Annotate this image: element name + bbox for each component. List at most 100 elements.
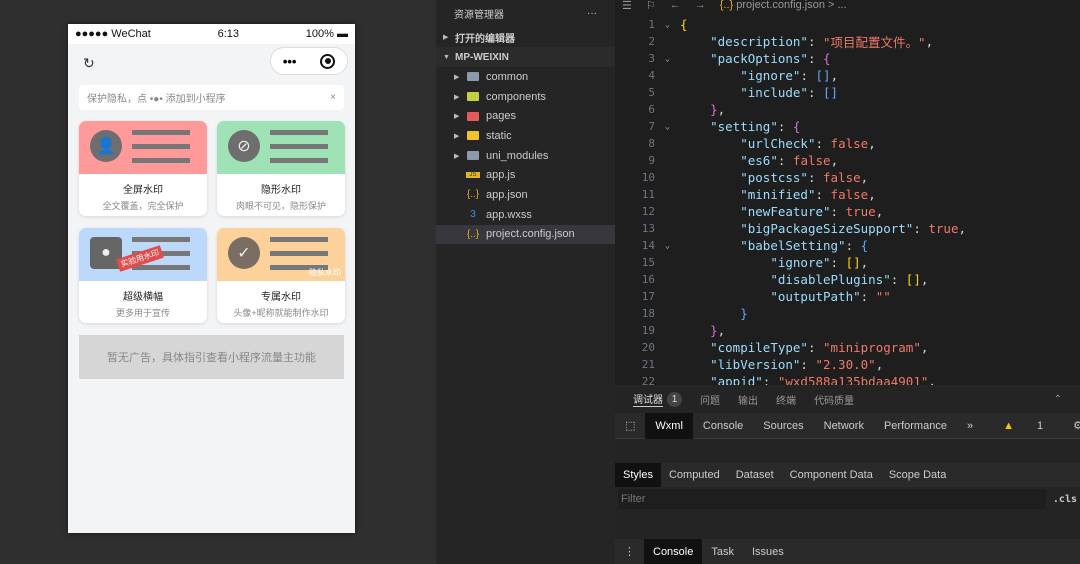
folder-icon (467, 151, 479, 161)
code-token: , (860, 170, 869, 185)
tab-3[interactable]: 终端 (776, 392, 796, 407)
warnings-indicator[interactable]: ▲ 1 (983, 413, 1063, 439)
code-line[interactable]: 13 "bigPackageSizeSupport": true, (615, 220, 1080, 237)
tree-item-app-json[interactable]: {..} app.json (436, 185, 615, 205)
code-token: "miniprogram" (823, 340, 921, 355)
tree-item-uni_modules[interactable]: ▶ uni_modules (436, 146, 615, 166)
code-line[interactable]: 1 ⌄ { (615, 16, 1080, 33)
bookmark-icon[interactable]: ⚐ (646, 0, 656, 12)
card-invisible-watermark[interactable]: ⊘ 隐形水印 肉眼不可见，隐形保护 (217, 121, 345, 216)
code-line[interactable]: 3 ⌄ "packOptions": { (615, 50, 1080, 67)
list-icon[interactable]: ☰ (622, 0, 632, 12)
tree-item-static[interactable]: ▶ static (436, 126, 615, 146)
drawer-tab-console[interactable]: Console (644, 539, 703, 564)
code-token: { (792, 119, 801, 134)
devtools-tabs: ⬚ Wxml Console Sources Network Performance» ▲ … (615, 412, 1080, 439)
drawer-menu-icon[interactable]: ⋮ (615, 539, 644, 564)
tab-2[interactable]: 输出 (738, 392, 758, 407)
code-token: false (823, 170, 861, 185)
devtools-tab-wxml[interactable]: Wxml (645, 412, 693, 439)
cls-button[interactable]: .cls (1053, 489, 1077, 509)
card-fullscreen-watermark[interactable]: 👤 全屏水印 全文覆盖，完全保护 (79, 121, 207, 216)
open-editors-section[interactable]: ▶ 打开的编辑器 (436, 27, 615, 47)
code-line[interactable]: 12 "newFeature": true, (615, 203, 1080, 220)
tree-item-app-js[interactable]: JS app.js (436, 165, 615, 185)
style-tab-3[interactable]: Component Data (782, 463, 881, 487)
tree-item-app-wxss[interactable]: 3 app.wxss (436, 205, 615, 225)
file-tree: ▶ common ▶ components ▶ pages ▶ static ▶ uni_modu… (436, 67, 615, 245)
card-super-banner[interactable]: ● 实验用水印 超级横幅 更多用于宣传 (79, 228, 207, 323)
back-arrow-icon[interactable]: ← (670, 0, 681, 11)
code-token: : (830, 204, 846, 219)
code-line[interactable]: 14 ⌄ "babelSetting": { (615, 237, 1080, 254)
file-name: static (486, 129, 512, 142)
code-token: , (920, 340, 929, 355)
code-line[interactable]: 6 }, (615, 101, 1080, 118)
card-image: ✓ 隐私水印 (217, 228, 345, 281)
tab-0[interactable]: 调试器 (633, 391, 663, 407)
gear-icon[interactable]: ⚙ (1063, 413, 1080, 439)
close-tip-button[interactable]: × (330, 92, 336, 103)
drawer-tab-task[interactable]: Task (702, 539, 743, 564)
devtools-tab-network[interactable]: Network (814, 413, 874, 439)
code-lines[interactable]: 1 ⌄ {2 "description": "项目配置文件。", 3 ⌄ "packOp… (615, 16, 1080, 390)
breadcrumb[interactable]: {..} project.config.json > ... (720, 0, 847, 11)
folder-icon (467, 92, 479, 102)
code-line[interactable]: 2 "description": "项目配置文件。", (615, 33, 1080, 50)
code-token: , (958, 221, 967, 236)
code-line[interactable]: 8 "urlCheck": false, (615, 135, 1080, 152)
more-tabs-button[interactable]: » (957, 413, 983, 439)
style-tab-0[interactable]: Styles (615, 463, 661, 487)
inspect-element-icon[interactable]: ⬚ (615, 413, 645, 439)
tree-item-common[interactable]: ▶ common (436, 67, 615, 87)
code-line[interactable]: 21 "libVersion": "2.30.0", (615, 356, 1080, 373)
more-actions-button[interactable]: ··· (587, 8, 597, 19)
code-token: , (830, 68, 839, 83)
code-line[interactable]: 16 "disablePlugins": [], (615, 271, 1080, 288)
more-button[interactable]: ••• (283, 54, 297, 69)
forward-arrow-icon[interactable]: → (695, 0, 706, 11)
card-exclusive-watermark[interactable]: ✓ 隐私水印 专属水印 头像+昵称就能制作水印 (217, 228, 345, 323)
time: 6:13 (217, 28, 240, 40)
drawer-tab-issues[interactable]: Issues (743, 539, 793, 564)
code-line[interactable]: 11 "minified": false, (615, 186, 1080, 203)
tip-text: 保护隐私，点 •●• 添加到小程序 (87, 94, 226, 105)
tree-item-project-config-json[interactable]: {..} project.config.json (436, 224, 615, 245)
code-line[interactable]: 19 }, (615, 322, 1080, 339)
code-line[interactable]: 15 "ignore": [], (615, 254, 1080, 271)
devtools-tab-sources[interactable]: Sources (753, 413, 813, 439)
code-line[interactable]: 20 "compileType": "miniprogram", (615, 339, 1080, 356)
code-line[interactable]: 18 } (615, 305, 1080, 322)
card-image: 👤 (79, 121, 207, 174)
tab-1[interactable]: 问题 (700, 392, 720, 407)
tree-item-pages[interactable]: ▶ pages (436, 106, 615, 126)
code-line[interactable]: 9 "es6": false, (615, 152, 1080, 169)
project-section[interactable]: ▼ MP-WEIXIN (436, 47, 615, 67)
close-miniprogram-button[interactable] (320, 53, 336, 69)
fold-chevron-icon: ⌄ (664, 19, 671, 30)
line-number: 21 (641, 358, 655, 371)
filter-input[interactable]: Filter (618, 489, 1046, 509)
code-token: : (815, 187, 831, 202)
file-name: app.js (486, 169, 516, 182)
code-line[interactable]: 5 "include": [] (615, 84, 1080, 101)
tab-4[interactable]: 代码质量 (814, 392, 854, 407)
style-tab-4[interactable]: Scope Data (881, 463, 954, 487)
style-tab-1[interactable]: Computed (661, 463, 728, 487)
code-token: : (807, 34, 824, 49)
tree-item-components[interactable]: ▶ components (436, 87, 615, 107)
refresh-icon[interactable]: ↻ (83, 55, 95, 72)
code-token: , (860, 255, 869, 270)
devtools-tab-console[interactable]: Console (693, 413, 753, 439)
code-line[interactable]: 17 "outputPath": "" (615, 288, 1080, 305)
code-line[interactable]: 7 ⌄ "setting": { (615, 118, 1080, 135)
collapse-panel-icon[interactable]: ⌃ (1054, 394, 1062, 405)
code-line[interactable]: 10 "postcss": false, (615, 169, 1080, 186)
style-tab-2[interactable]: Dataset (728, 463, 782, 487)
devtools-tab-performance[interactable]: Performance (874, 413, 957, 439)
code-token: "2.30.0" (815, 357, 876, 372)
code-line[interactable]: 4 "ignore": [], (615, 67, 1080, 84)
